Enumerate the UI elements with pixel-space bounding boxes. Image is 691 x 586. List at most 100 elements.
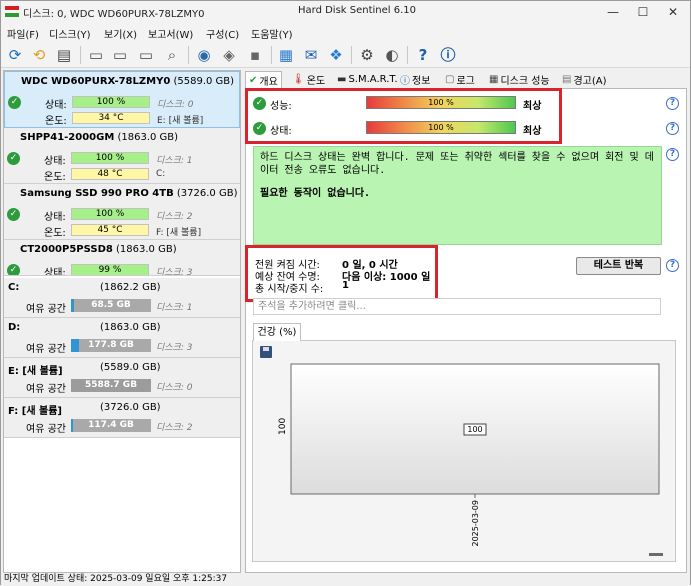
disk-index: 디스크: 0	[157, 100, 194, 110]
volume-disk-index: 디스크: 3	[156, 343, 193, 353]
disk-card[interactable]: CT2000P5PSSD8 (1863.0 GB) ✓ 상태: 99 % 디스크…	[4, 240, 240, 276]
status-action-text: 필요한 동작이 없습니다.	[260, 188, 371, 199]
help-icon[interactable]: ?	[666, 259, 679, 272]
ok-check-icon: ✓	[7, 152, 20, 165]
free-space-bar: 5588.7 GB	[71, 379, 151, 392]
starts-value: 1	[342, 280, 349, 291]
performance-rating: 최상	[523, 101, 542, 112]
usb-disk-icon[interactable]: ▪	[244, 44, 266, 66]
volume-card[interactable]: D: (1863.0 GB) 여유 공간 177.8 GB 디스크: 3	[4, 318, 240, 358]
tab-info[interactable]: ⓘ 정보	[400, 72, 430, 87]
smart-icon: ▬	[337, 74, 347, 85]
volume-size: (1863.0 GB)	[100, 322, 161, 333]
disk-card[interactable]: SHPP41-2000GM (1863.0 GB) ✓ 상태: 100 % 디스…	[4, 128, 240, 184]
help-icon[interactable]: ?	[666, 122, 679, 135]
tab-temperature[interactable]: 🌡 온도	[292, 72, 325, 87]
menu-view[interactable]: 보기(X)	[104, 26, 137, 41]
disk-test2-icon[interactable]: ▭	[109, 44, 131, 66]
tab-overview[interactable]: ✔ 개요	[245, 71, 282, 88]
chart-title[interactable]: 건강 (%)	[253, 323, 301, 341]
disk-size: (5589.0 GB)	[173, 76, 235, 87]
disk-list-panel: WDC WD60PURX-78LZMY0 (5589.0 GB) ✓ 상태: 1…	[3, 70, 241, 573]
refresh-all-icon[interactable]: ⟲	[28, 44, 50, 66]
menu-bar: 파일(F) 디스크(Y) 보기(X) 보고서(W) 구성(C) 도움말(Y)	[1, 23, 690, 41]
free-space-bar: 68.5 GB	[71, 299, 151, 312]
menu-config[interactable]: 구성(C)	[206, 26, 239, 41]
disk-test3-icon[interactable]: ▭	[135, 44, 157, 66]
volume-card[interactable]: E: [새 볼륨] (5589.0 GB) 여유 공간 5588.7 GB 디스…	[4, 358, 240, 398]
menu-file[interactable]: 파일(F)	[7, 26, 39, 41]
temp-bar: 45 °C	[71, 224, 149, 236]
refresh-icon[interactable]: ⟳	[4, 44, 26, 66]
y-axis-label: 100	[278, 418, 288, 435]
disk-name: CT2000P5PSSD8	[20, 244, 113, 255]
network-icon[interactable]: ❖	[325, 44, 347, 66]
free-space-label: 여유 공간	[26, 384, 66, 395]
temp-label: 온도:	[44, 228, 66, 239]
minimize-button[interactable]: —	[598, 1, 628, 23]
x-tick-label: 2025-03-09	[471, 500, 480, 547]
title-bar[interactable]: 디스크: 0, WDC WD60PURX-78LZMY0 Hard Disk S…	[1, 1, 690, 23]
ok-check-icon: ✓	[253, 97, 266, 110]
volume-card[interactable]: F: [새 볼륨] (3726.0 GB) 여유 공간 117.4 GB 디스크…	[4, 398, 240, 438]
mail-icon[interactable]: ✉	[300, 44, 322, 66]
volume-card[interactable]: C: (1862.2 GB) 여유 공간 68.5 GB 디스크: 1	[4, 278, 240, 318]
free-space-bar: 177.8 GB	[71, 339, 151, 352]
maximize-button[interactable]: ☐	[628, 1, 658, 23]
note-input[interactable]: 주석을 추가하려면 클릭...	[253, 298, 661, 315]
health-label: 상태:	[44, 212, 66, 223]
volume-size: (1862.2 GB)	[100, 282, 161, 293]
disk-list-icon[interactable]: ▤	[53, 44, 75, 66]
disk-size: (3726.0 GB)	[176, 188, 238, 199]
health-bar: 100 %	[71, 208, 149, 220]
detail-tabs: ✔ 개요 🌡 온도 ▬ S.M.A.R.T. ⓘ 정보 ▢ 로그 ▦ 디스크 성능 ▤ 경고(…	[245, 70, 685, 88]
menu-disk[interactable]: 디스크(Y)	[49, 26, 91, 41]
disk-info-icon[interactable]: ◉	[193, 44, 215, 66]
toolbar-separator	[188, 46, 189, 64]
app-window: 디스크: 0, WDC WD60PURX-78LZMY0 Hard Disk S…	[0, 0, 691, 586]
chart-scroll-handle[interactable]	[649, 553, 663, 556]
temp-label: 온도:	[44, 172, 66, 183]
disk-volume: E: [새 볼륨]	[157, 116, 204, 126]
disk-index: 디스크: 1	[156, 156, 193, 166]
status-description: 하드 디스크 상태는 완벽 합니다. 문제 또는 취약한 섹터를 찾을 수 없으…	[253, 146, 662, 245]
tab-alerts[interactable]: ▤ 경고(A)	[562, 72, 607, 87]
ok-check-icon: ✓	[253, 122, 266, 135]
disk-index: 디스크: 3	[156, 268, 193, 276]
volume-disk-index: 디스크: 2	[156, 423, 193, 433]
report-icon[interactable]: ▦	[275, 44, 297, 66]
free-space-label: 여유 공간	[26, 304, 66, 315]
free-space-label: 여유 공간	[26, 424, 66, 435]
status-bar: 마지막 업데이트 상태: 2025-03-09 일요일 오후 1:25:37	[1, 573, 690, 586]
repeat-test-button[interactable]: 테스트 반복	[576, 257, 661, 275]
menu-report[interactable]: 보고서(W)	[148, 26, 193, 41]
disk-volume: F: [새 볼륨]	[156, 228, 202, 238]
tab-disk-performance[interactable]: ▦ 디스크 성능	[489, 72, 550, 87]
help-icon[interactable]: ?	[412, 44, 434, 66]
help-icon[interactable]: ?	[666, 148, 679, 161]
network-disk-icon[interactable]: ◈	[218, 44, 240, 66]
toolbar: ⟳ ⟲ ▤ ▭ ▭ ▭ ⌕ ◉ ◈ ▪ ▦ ✉ ❖ ⚙ ◐ ? ⓘ	[1, 41, 690, 68]
free-space-value: 177.8 GB	[88, 340, 134, 350]
app-title: Hard Disk Sentinel 6.10	[298, 5, 417, 16]
info-icon[interactable]: ⓘ	[437, 44, 459, 66]
disk-size: (1863.0 GB)	[116, 244, 177, 255]
disk-card[interactable]: WDC WD60PURX-78LZMY0 (5589.0 GB) ✓ 상태: 1…	[4, 71, 240, 128]
menu-help[interactable]: 도움말(Y)	[251, 26, 293, 41]
free-space-bar: 117.4 GB	[71, 419, 151, 432]
app-flag-icon	[5, 6, 19, 17]
sound-icon[interactable]: ◐	[381, 44, 403, 66]
performance-label: 성능:	[270, 101, 292, 112]
volume-name: D:	[8, 322, 21, 333]
settings-icon[interactable]: ⚙	[356, 44, 378, 66]
log-icon: ▢	[445, 74, 455, 85]
ok-check-icon: ✓	[7, 208, 20, 221]
tab-log[interactable]: ▢ 로그	[445, 72, 475, 87]
close-button[interactable]: ✕	[658, 1, 688, 23]
disk-card[interactable]: Samsung SSD 990 PRO 4TB (3726.0 GB) ✓ 상태…	[4, 184, 240, 240]
disk-test-icon[interactable]: ▭	[85, 44, 107, 66]
toolbar-separator	[407, 46, 408, 64]
disk-scan-icon[interactable]: ⌕	[161, 44, 183, 66]
tab-smart[interactable]: ▬ S.M.A.R.T.	[337, 72, 398, 87]
help-icon[interactable]: ?	[666, 97, 679, 110]
